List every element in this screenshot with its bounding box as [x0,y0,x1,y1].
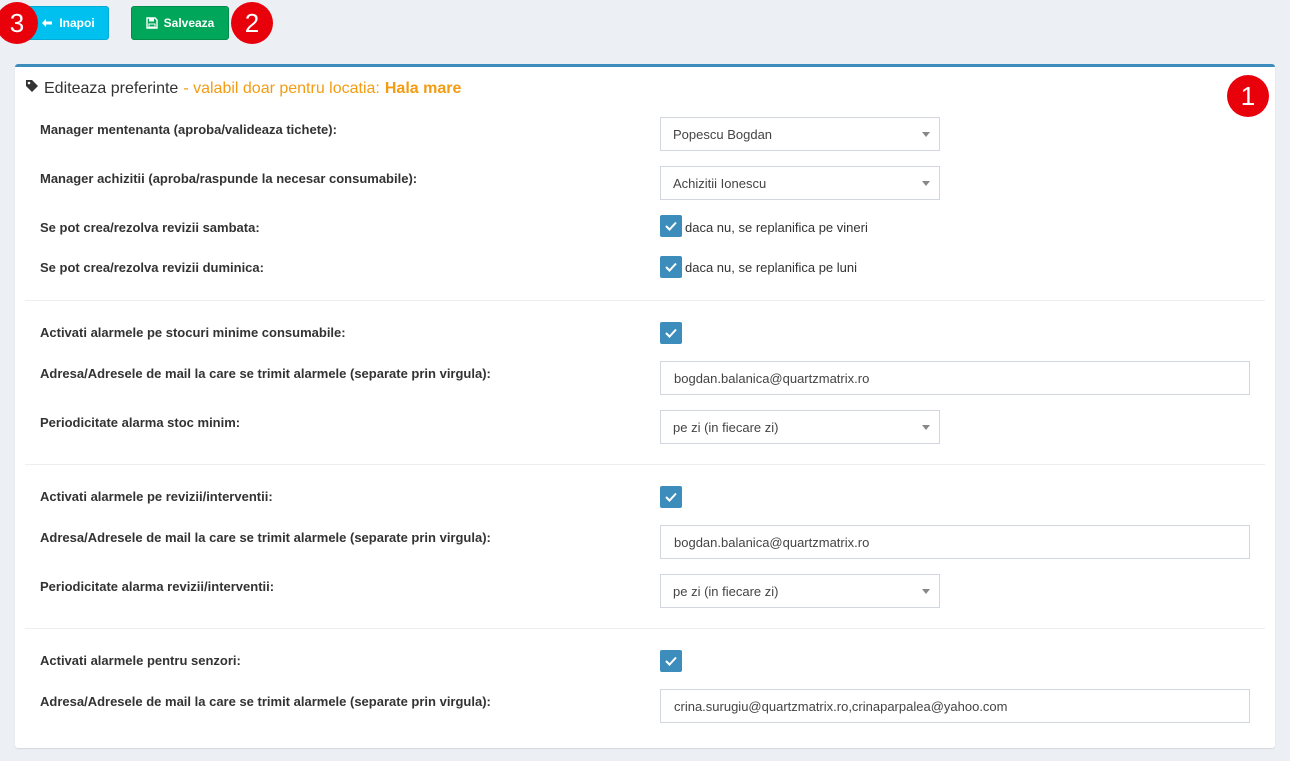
manager-mentenanta-label: Manager mentenanta (aproba/valideaza tic… [40,122,337,137]
annotation-marker-1: 1 [1227,75,1269,117]
stocuri-periodicity-select[interactable]: pe zi (in fiecare zi) [660,410,940,444]
section-divider [25,464,1265,465]
dropdown-caret-icon [922,181,930,186]
revizii-activate-label: Activati alarmele pe revizii/interventii… [40,489,273,504]
revizii-email-input[interactable]: bogdan.balanica@quartzmatrix.ro [660,525,1250,559]
dropdown-caret-icon [922,425,930,430]
sambata-hint: daca nu, se replanifica pe vineri [685,220,868,235]
back-button-label: Inapoi [59,16,95,30]
senzori-email-label: Adresa/Adresele de mail la care se trimi… [40,694,491,709]
duminica-hint: daca nu, se replanifica pe luni [685,260,858,275]
location-name: Hala mare [384,79,462,97]
dropdown-caret-icon [922,589,930,594]
checkmark-icon [665,221,677,231]
sambata-checkbox[interactable] [660,215,682,237]
panel-header: Editeaza preferinte - valabil doar pentr… [25,79,461,98]
section-divider [25,300,1265,301]
checkmark-icon [665,262,677,272]
stocuri-periodicity-value: pe zi (in fiecare zi) [673,419,779,435]
stocuri-periodicity-label: Periodicitate alarma stoc minim: [40,415,241,430]
sambata-label: Se pot crea/rezolva revizii sambata: [40,220,260,235]
manager-achizitii-label: Manager achizitii (aproba/raspunde la ne… [40,171,418,186]
floppy-disk-icon [145,17,158,29]
revizii-periodicity-value: pe zi (in fiecare zi) [673,583,779,599]
senzori-email-input[interactable]: crina.surugiu@quartzmatrix.ro,crinaparpa… [660,689,1250,723]
back-button[interactable]: Inapoi [27,6,109,40]
manager-mentenanta-select[interactable]: Popescu Bogdan [660,117,940,151]
manager-achizitii-select[interactable]: Achizitii Ionescu [660,166,940,200]
stocuri-email-label: Adresa/Adresele de mail la care se trimi… [40,366,491,381]
preferences-panel: 1 Editeaza preferinte - valabil doar pen… [15,64,1275,748]
checkmark-icon [665,328,677,338]
manager-mentenanta-value: Popescu Bogdan [673,126,773,142]
checkmark-icon [665,492,677,502]
duminica-checkbox[interactable] [660,256,682,278]
checkmark-icon [665,656,677,666]
revizii-activate-checkbox[interactable] [660,486,682,508]
duminica-label: Se pot crea/rezolva revizii duminica: [40,260,264,275]
revizii-periodicity-label: Periodicitate alarma revizii/interventii… [40,579,275,594]
panel-subtitle: - valabil doar pentru locatia: [183,79,380,97]
section-divider [25,628,1265,629]
tag-icon [25,79,39,98]
revizii-periodicity-select[interactable]: pe zi (in fiecare zi) [660,574,940,608]
save-button-label: Salveaza [163,16,215,30]
manager-achizitii-value: Achizitii Ionescu [673,175,767,191]
stocuri-email-input[interactable]: bogdan.balanica@quartzmatrix.ro [660,361,1250,395]
stocuri-activate-label: Activati alarmele pe stocuri minime cons… [40,325,346,340]
arrow-left-icon [41,17,53,29]
stocuri-activate-checkbox[interactable] [660,322,682,344]
senzori-activate-label: Activati alarmele pentru senzori: [40,653,241,668]
senzori-activate-checkbox[interactable] [660,650,682,672]
annotation-marker-2: 2 [231,2,273,44]
save-button[interactable]: Salveaza [131,6,229,40]
dropdown-caret-icon [922,132,930,137]
revizii-email-label: Adresa/Adresele de mail la care se trimi… [40,530,491,545]
panel-title: Editeaza preferinte [44,79,179,97]
